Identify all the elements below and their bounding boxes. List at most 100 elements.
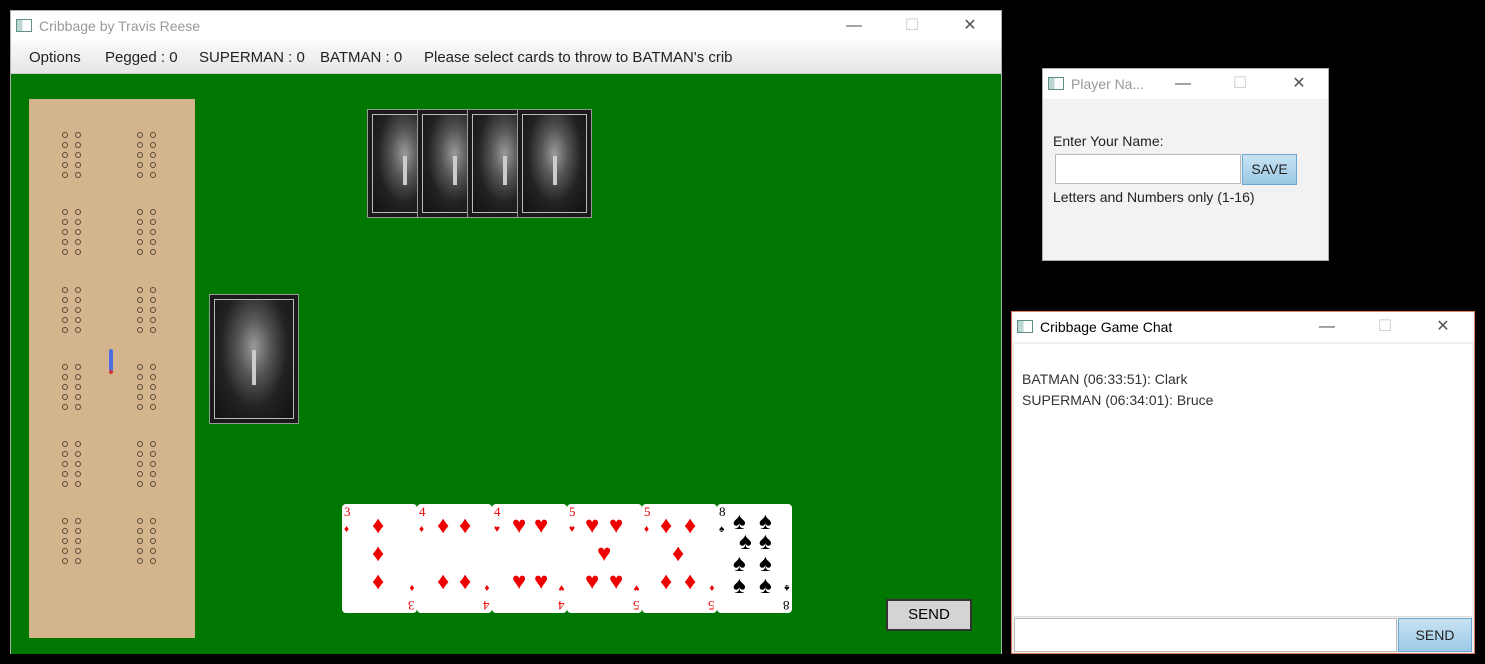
board-hole <box>137 239 143 245</box>
player-card[interactable]: 5 ♦ 5 ♦ ♦ ♦ ♦ ♦ ♦ <box>642 504 717 613</box>
minimize-icon[interactable]: — <box>831 11 877 41</box>
board-hole <box>75 142 81 148</box>
close-icon[interactable]: ✕ <box>947 11 993 41</box>
chat-send-button[interactable]: SEND <box>1398 618 1472 652</box>
board-hole <box>150 364 156 370</box>
player-name-titlebar[interactable]: Player Na... — ☐ ✕ <box>1043 69 1328 99</box>
board-hole <box>62 219 68 225</box>
board-hole <box>62 394 68 400</box>
close-icon[interactable]: ✕ <box>1420 312 1466 342</box>
board-hole <box>75 461 81 467</box>
board-hole <box>137 394 143 400</box>
board-hole <box>62 481 68 487</box>
board-hole <box>75 152 81 158</box>
main-titlebar[interactable]: Cribbage by Travis Reese — ☐ ✕ <box>11 11 1001 41</box>
chat-input[interactable] <box>1014 618 1397 652</box>
board-hole <box>137 558 143 564</box>
board-hole <box>137 317 143 323</box>
card-rank: 4 ♥ <box>494 504 501 535</box>
board-hole <box>62 132 68 138</box>
board-hole <box>137 451 143 457</box>
board-hole <box>137 384 143 390</box>
board-hole <box>137 538 143 544</box>
name-input[interactable] <box>1055 154 1241 184</box>
board-hole <box>150 441 156 447</box>
board-hole <box>62 249 68 255</box>
card-pip: ♦ <box>437 512 450 539</box>
send-button[interactable]: SEND <box>886 599 972 631</box>
card-rank: 3 ♦ <box>344 504 351 535</box>
board-hole <box>75 239 81 245</box>
board-hole <box>75 132 81 138</box>
status-message: Please select cards to throw to BATMAN's… <box>424 49 733 66</box>
player-card[interactable]: 8 ♠ 8 ♠ ♠ ♠ ♠ ♠ ♠ ♠ ♠ ♠ <box>717 504 792 613</box>
minimize-icon[interactable]: — <box>1304 312 1350 342</box>
board-hole <box>137 287 143 293</box>
maximize-icon[interactable]: ☐ <box>889 11 935 41</box>
window-title: Player Na... <box>1071 76 1145 92</box>
chat-log[interactable]: BATMAN (06:33:51): Clark SUPERMAN (06:34… <box>1014 344 1472 617</box>
maximize-icon[interactable]: ☐ <box>1217 69 1263 99</box>
card-pip: ♠ <box>759 572 772 599</box>
game-table: 3 ♦ 3 ♦ ♦ ♦ ♦ 4 ♦ 4 ♦ ♦ ♦ ♦ ♦ 4 ♥ 4 ♥ ♥ ♥ ♥ ♥ 5 ♥ 5 ♥ ♥ ♥ ♥ ♥ ♥ 5 ♦ 5 ♦ ♦ ♦ ♦ ♦… <box>11 74 1001 654</box>
player-card[interactable]: 5 ♥ 5 ♥ ♥ ♥ ♥ ♥ ♥ <box>567 504 642 613</box>
board-hole <box>150 528 156 534</box>
board-hole <box>150 471 156 477</box>
board-hole <box>137 518 143 524</box>
board-hole <box>62 471 68 477</box>
board-hole <box>150 548 156 554</box>
card-pip: ♦ <box>372 512 385 539</box>
board-hole <box>150 152 156 158</box>
board-hole <box>150 404 156 410</box>
card-pip: ♥ <box>585 568 600 595</box>
player-card[interactable]: 3 ♦ 3 ♦ ♦ ♦ ♦ <box>342 504 417 613</box>
board-hole <box>137 209 143 215</box>
board-hole <box>150 394 156 400</box>
board-hole <box>137 528 143 534</box>
player-name-window: Player Na... — ☐ ✕ Enter Your Name: SAVE… <box>1042 68 1329 261</box>
card-pip: ♦ <box>459 512 472 539</box>
card-rank-bottom: 3 ♦ <box>407 582 415 613</box>
board-hole <box>75 441 81 447</box>
opponent-card <box>517 109 592 218</box>
deck-card[interactable] <box>209 294 299 424</box>
board-hole <box>75 219 81 225</box>
close-icon[interactable]: ✕ <box>1276 69 1322 99</box>
card-rank: 5 ♥ <box>569 504 576 535</box>
board-hole <box>75 538 81 544</box>
board-hole <box>137 297 143 303</box>
pegged-label: Pegged : 0 <box>105 49 178 66</box>
cribbage-board <box>29 99 195 638</box>
card-pip: ♥ <box>534 512 549 539</box>
minimize-icon[interactable]: — <box>1160 69 1206 99</box>
options-menu[interactable]: Options <box>29 49 81 66</box>
superman-score: SUPERMAN : 0 <box>199 49 305 66</box>
chat-titlebar[interactable]: Cribbage Game Chat — ☐ ✕ <box>1012 312 1474 342</box>
card-rank-bottom: 4 ♥ <box>557 582 565 613</box>
board-hole <box>75 394 81 400</box>
board-hole <box>137 441 143 447</box>
board-hole <box>150 297 156 303</box>
board-hole <box>75 317 81 323</box>
card-rank: 8 ♠ <box>719 504 726 535</box>
chat-window: Cribbage Game Chat — ☐ ✕ BATMAN (06:33:5… <box>1011 311 1475 654</box>
board-hole <box>150 132 156 138</box>
player-card[interactable]: 4 ♦ 4 ♦ ♦ ♦ ♦ ♦ <box>417 504 492 613</box>
board-hole <box>150 287 156 293</box>
chat-message: BATMAN (06:33:51): Clark <box>1022 371 1188 387</box>
board-hole <box>150 229 156 235</box>
board-hole <box>137 162 143 168</box>
card-rank-bottom: 4 ♦ <box>482 582 490 613</box>
card-pip: ♦ <box>660 512 673 539</box>
card-pip: ♦ <box>672 540 685 567</box>
board-hole <box>137 481 143 487</box>
card-pip: ♥ <box>597 540 612 567</box>
board-hole <box>137 364 143 370</box>
save-button[interactable]: SAVE <box>1242 154 1297 185</box>
board-hole <box>75 384 81 390</box>
player-card[interactable]: 4 ♥ 4 ♥ ♥ ♥ ♥ ♥ <box>492 504 567 613</box>
board-hole <box>75 297 81 303</box>
board-hole <box>150 209 156 215</box>
maximize-icon[interactable]: ☐ <box>1362 312 1408 342</box>
card-pip: ♥ <box>585 512 600 539</box>
